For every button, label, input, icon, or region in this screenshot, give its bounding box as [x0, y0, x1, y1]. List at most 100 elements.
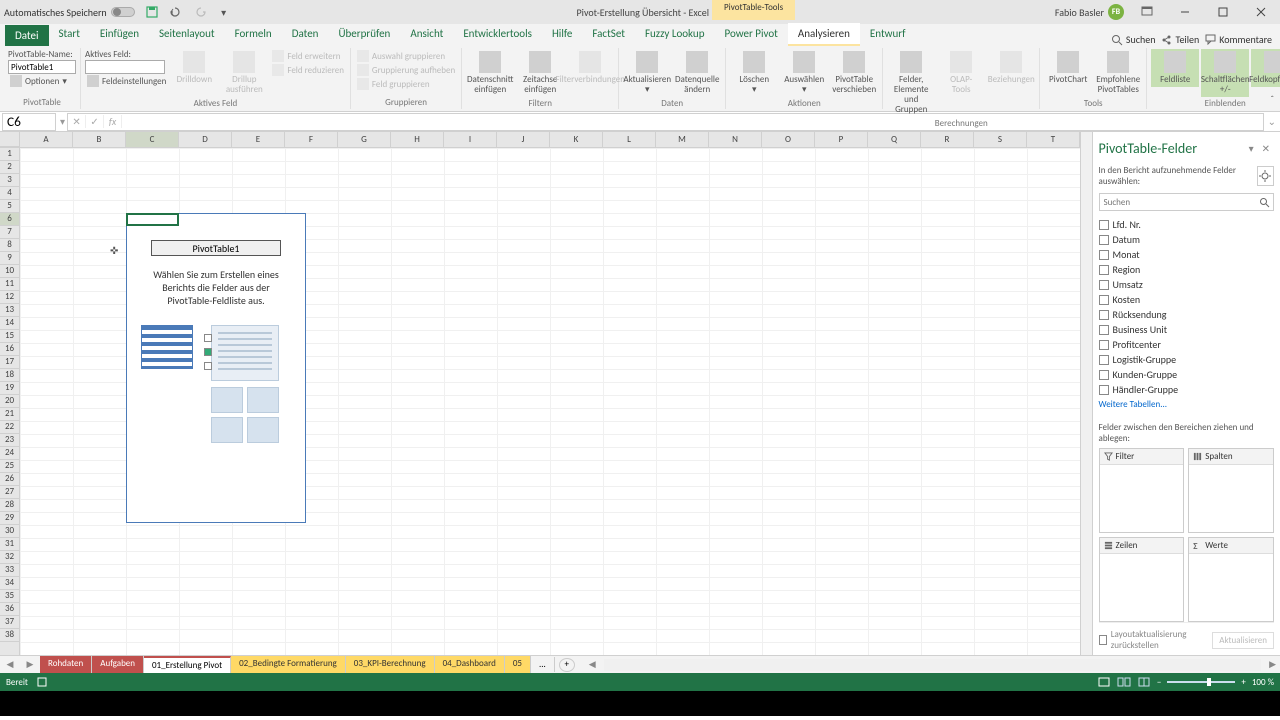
name-box[interactable]	[2, 113, 56, 131]
autosave-switch[interactable]	[111, 7, 135, 17]
row-header[interactable]: 34	[0, 577, 19, 590]
select-all-corner[interactable]	[0, 132, 20, 147]
field-item[interactable]: Profitcenter	[1099, 337, 1274, 352]
field-item[interactable]: Business Unit	[1099, 322, 1274, 337]
col-header[interactable]: H	[391, 132, 444, 147]
sheet-tab[interactable]: Rohdaten	[40, 656, 92, 673]
col-header[interactable]: G	[338, 132, 391, 147]
row-header[interactable]: 24	[0, 447, 19, 460]
row-header[interactable]: 11	[0, 278, 19, 291]
tab-einfügen[interactable]: Einfügen	[90, 23, 149, 46]
col-header[interactable]: E	[232, 132, 285, 147]
autosave-toggle[interactable]: Automatisches Speichern	[4, 6, 135, 19]
worksheet-grid[interactable]: ABCDEFGHIJKLMNOPQRST 1234567891011121314…	[0, 132, 1080, 655]
row-header[interactable]: 38	[0, 629, 19, 642]
row-header[interactable]: 26	[0, 473, 19, 486]
tab-hilfe[interactable]: Hilfe	[542, 23, 582, 46]
tab-factset[interactable]: FactSet	[582, 23, 635, 46]
row-header[interactable]: 6	[0, 213, 19, 226]
col-header[interactable]: D	[179, 132, 232, 147]
col-header[interactable]: B	[73, 132, 126, 147]
field-item[interactable]: Datum	[1099, 232, 1274, 247]
row-header[interactable]: 25	[0, 460, 19, 473]
horizontal-scrollbar[interactable]	[604, 659, 1261, 671]
field-checkbox[interactable]	[1099, 265, 1109, 275]
defer-checkbox[interactable]	[1099, 635, 1107, 645]
zoom-out-icon[interactable]: −	[1157, 677, 1161, 688]
tab-entwurf[interactable]: Entwurf	[860, 23, 916, 46]
pane-close-icon[interactable]: ✕	[1258, 142, 1274, 155]
field-checkbox[interactable]	[1099, 235, 1109, 245]
tell-me-search[interactable]: Suchen	[1111, 33, 1156, 46]
row-header[interactable]: 37	[0, 616, 19, 629]
tab-daten[interactable]: Daten	[282, 23, 329, 46]
minimize-icon[interactable]	[1170, 2, 1200, 22]
row-header[interactable]: 10	[0, 265, 19, 278]
row-header[interactable]: 20	[0, 395, 19, 408]
expand-formula-icon[interactable]: ⌄	[1264, 115, 1280, 128]
recommended-pivot-button[interactable]: Empfohlene PivotTables	[1094, 49, 1142, 97]
row-header[interactable]: 14	[0, 317, 19, 330]
tab-entwicklertools[interactable]: Entwicklertools	[453, 23, 542, 46]
col-header[interactable]: O	[762, 132, 815, 147]
add-sheet-icon[interactable]: +	[559, 658, 575, 672]
col-header[interactable]: L	[603, 132, 656, 147]
field-checkbox[interactable]	[1099, 220, 1109, 230]
tab-seitenlayout[interactable]: Seitenlayout	[149, 23, 225, 46]
row-header[interactable]: 12	[0, 291, 19, 304]
macro-record-icon[interactable]	[36, 676, 48, 688]
field-checkbox[interactable]	[1099, 250, 1109, 260]
refresh-button[interactable]: Aktualisieren▾	[623, 49, 671, 97]
row-header[interactable]: 19	[0, 382, 19, 395]
search-input[interactable]	[1100, 194, 1255, 210]
more-tables-link[interactable]: Weitere Tabellen...	[1099, 397, 1274, 412]
row-header[interactable]: 35	[0, 590, 19, 603]
insert-timeline-button[interactable]: Zeitachse einfügen	[516, 49, 564, 97]
zoom-in-icon[interactable]: +	[1241, 677, 1245, 688]
sheet-tab[interactable]: 02_Bedingte Formatierung	[231, 656, 346, 673]
row-header[interactable]: 36	[0, 603, 19, 616]
row-header[interactable]: 18	[0, 369, 19, 382]
undo-icon[interactable]	[169, 5, 183, 19]
col-header[interactable]: N	[709, 132, 762, 147]
row-header[interactable]: 29	[0, 512, 19, 525]
sheet-tab[interactable]: 03_KPI-Berechnung	[346, 656, 435, 673]
pivottable-placeholder[interactable]: PivotTable1 Wählen Sie zum Erstellen ein…	[126, 213, 306, 523]
gear-icon[interactable]	[1257, 166, 1274, 186]
row-header[interactable]: 15	[0, 330, 19, 343]
pivottable-name-input[interactable]	[8, 60, 76, 74]
field-item[interactable]: Umsatz	[1099, 277, 1274, 292]
row-header[interactable]: 1	[0, 148, 19, 161]
clear-button[interactable]: Löschen▾	[730, 49, 778, 97]
pivotchart-button[interactable]: PivotChart	[1044, 49, 1092, 87]
field-item[interactable]: Händler-Gruppe	[1099, 382, 1274, 397]
col-header[interactable]: M	[656, 132, 709, 147]
view-pagebreak-icon[interactable]	[1137, 676, 1151, 688]
change-datasource-button[interactable]: Datenquelle ändern	[673, 49, 721, 97]
tab-analysieren[interactable]: Analysieren	[788, 23, 860, 46]
view-layout-icon[interactable]	[1117, 676, 1131, 688]
save-icon[interactable]	[145, 5, 159, 19]
row-header[interactable]: 33	[0, 564, 19, 577]
collapse-ribbon-icon[interactable]: ˆ	[1270, 94, 1274, 105]
share-button[interactable]: Teilen	[1161, 33, 1199, 46]
tab-ansicht[interactable]: Ansicht	[400, 23, 453, 46]
row-header[interactable]: 3	[0, 174, 19, 187]
zoom-slider[interactable]	[1167, 681, 1235, 683]
accept-formula-icon[interactable]: ✓	[86, 115, 104, 128]
col-header[interactable]: S	[974, 132, 1027, 147]
view-normal-icon[interactable]	[1097, 676, 1111, 688]
tab-überprüfen[interactable]: Überprüfen	[328, 23, 400, 46]
formula-input[interactable]	[122, 114, 1263, 130]
row-header[interactable]: 22	[0, 421, 19, 434]
row-header[interactable]: 4	[0, 187, 19, 200]
col-header[interactable]: I	[444, 132, 497, 147]
move-pivot-button[interactable]: PivotTable verschieben	[830, 49, 878, 97]
ribbon-display-icon[interactable]	[1132, 2, 1162, 22]
col-header[interactable]: K	[550, 132, 603, 147]
col-header[interactable]: J	[497, 132, 550, 147]
sheet-tab[interactable]: 05	[505, 656, 531, 673]
tab-start[interactable]: Start	[49, 23, 90, 46]
row-header[interactable]: 27	[0, 486, 19, 499]
field-item[interactable]: Region	[1099, 262, 1274, 277]
